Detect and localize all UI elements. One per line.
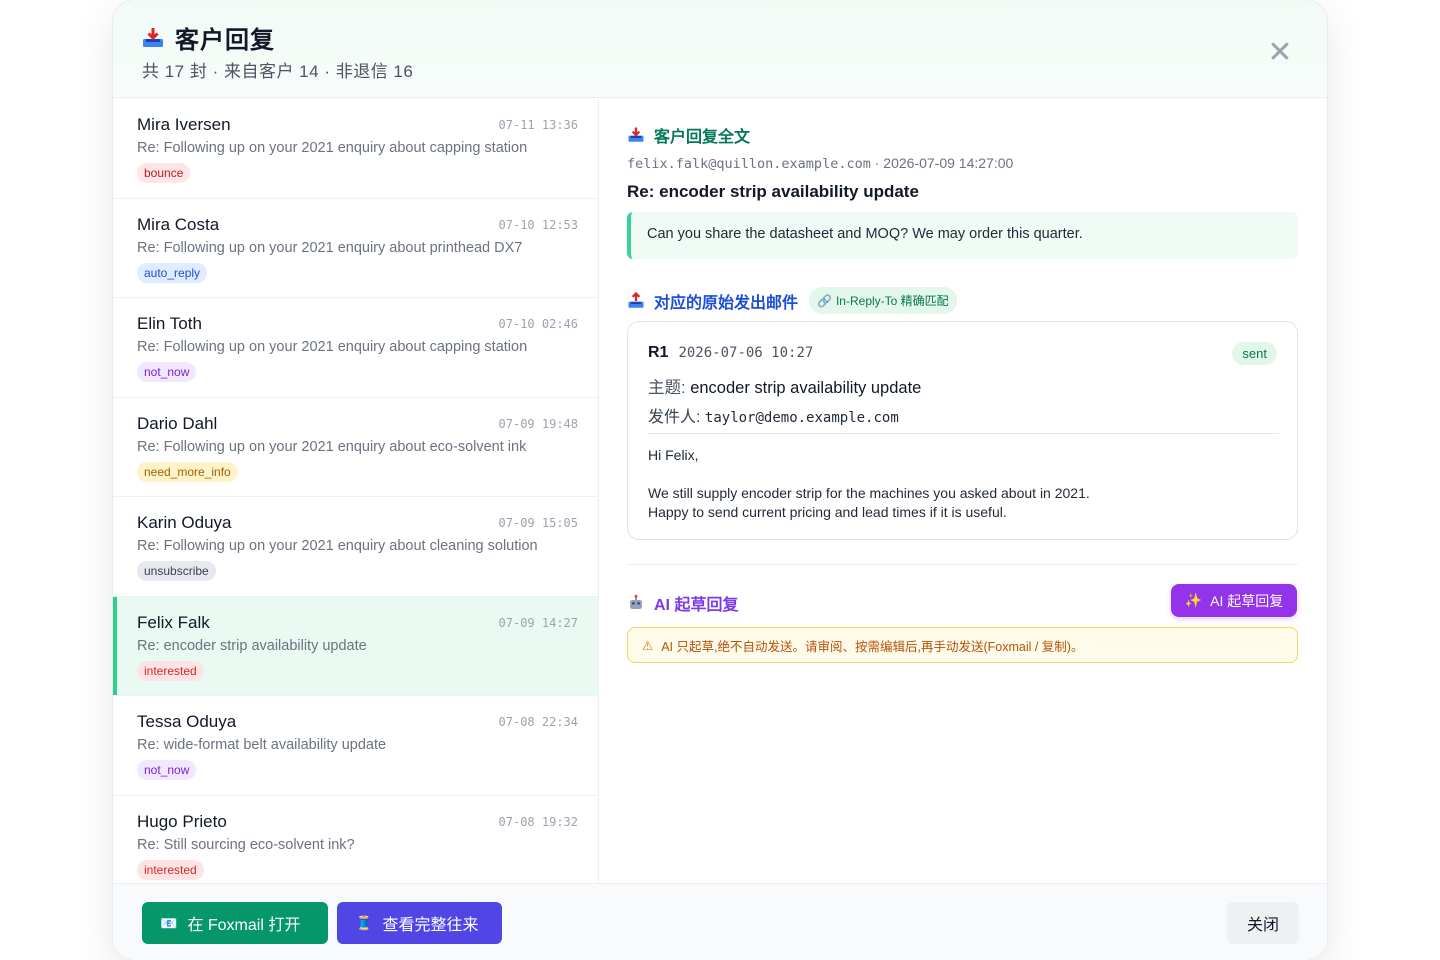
ai-section-header: AI 起草回复 xyxy=(627,591,738,615)
intent-tag: not_now xyxy=(137,362,197,382)
received-time: 07-09 19:48 xyxy=(498,416,578,431)
ai-draft-button[interactable]: ✨ AI 起草回复 xyxy=(1171,584,1297,617)
body-line: Happy to send current pricing and lead t… xyxy=(648,504,1007,520)
list-item-selected[interactable]: Felix Falk 07-09 14:27 Re: encoder strip… xyxy=(113,596,598,696)
intent-tag: bounce xyxy=(137,163,191,183)
list-item[interactable]: Dario Dahl 07-09 19:48 Re: Following up … xyxy=(113,398,598,497)
from-label: 发件人: xyxy=(648,409,701,426)
list-item[interactable]: Karin Oduya 07-09 15:05 Re: Following up… xyxy=(113,497,598,597)
section-divider xyxy=(627,564,1298,565)
ai-draft-label: AI 起草回复 xyxy=(1210,592,1284,609)
received-time: 07-09 15:05 xyxy=(498,516,578,530)
modal-title: 客户回复 xyxy=(175,27,275,54)
original-from-email: taylor@demo.example.com xyxy=(704,410,899,426)
received-time: 07-11 13:36 xyxy=(498,118,578,132)
received-time: 07-10 02:46 xyxy=(498,317,578,331)
close-button-label: 关闭 xyxy=(1246,917,1279,934)
thread-spool-icon: 🧵 xyxy=(355,914,373,931)
intent-tag: auto_reply xyxy=(137,262,208,283)
body-line: We still supply encoder strip for the ma… xyxy=(648,485,1090,501)
modal-subtitle: 共 17 封 · 来自客户 14 · 非退信 16 xyxy=(142,62,414,81)
received-time: 07-10 12:53 xyxy=(498,217,578,232)
original-subject-row: 主题: encoder strip availability update xyxy=(648,374,921,398)
original-subject: encoder strip availability update xyxy=(690,379,922,397)
received-time: 07-08 22:34 xyxy=(498,715,578,729)
greeting: Hi Felix, xyxy=(648,447,699,463)
intent-tag: unsubscribe xyxy=(137,561,216,581)
item-subject: Re: Following up on your 2021 enquiry ab… xyxy=(137,339,528,355)
original-email-card: R1 2026-07-06 10:27 sent 主题: encoder str… xyxy=(627,321,1298,540)
original-body: Hi Felix, We still supply encoder strip … xyxy=(648,446,1090,522)
close-button[interactable]: 关闭 xyxy=(1227,902,1299,944)
item-subject: Re: Following up on your 2021 enquiry ab… xyxy=(137,239,523,256)
list-item[interactable]: Mira Costa 07-10 12:53 Re: Following up … xyxy=(113,199,598,298)
thread-button-label: 查看完整往来 xyxy=(382,917,479,934)
reply-detail-panel: 客户回复全文 felix.falk@quillon.example.com · … xyxy=(599,99,1327,883)
intent-tag: not_now xyxy=(137,760,197,780)
divider xyxy=(648,433,1279,434)
sparkles-icon: ✨ xyxy=(1184,592,1203,608)
reply-section-title: 客户回复全文 xyxy=(654,129,751,146)
ai-section-title: AI 起草回复 xyxy=(654,597,739,614)
meta-separator: · xyxy=(874,155,884,171)
foxmail-button-label: 在 Foxmail 打开 xyxy=(187,917,301,934)
reply-subject: Re: encoder strip availability update xyxy=(627,182,919,201)
match-badge: 🔗 In-Reply-To 精确匹配 xyxy=(809,287,957,314)
original-section-header: 对应的原始发出邮件 🔗 In-Reply-To 精确匹配 xyxy=(627,287,957,314)
reply-section-header: 客户回复全文 xyxy=(627,123,750,147)
ai-warning-banner: ⚠ AI 只起草,绝不自动发送。请审阅、按需编辑后,再手动发送(Foxmail … xyxy=(627,627,1298,663)
warning-text: AI 只起草,绝不自动发送。请审阅、按需编辑后,再手动发送(Foxmail / … xyxy=(661,639,1084,654)
original-date: 2026-07-06 10:27 xyxy=(678,345,814,361)
customer-replies-modal: 客户回复 共 17 封 · 来自客户 14 · 非退信 16 ✕ Mira Iv… xyxy=(113,0,1327,960)
envelope-icon: 📧 xyxy=(160,914,178,931)
title-row: 客户回复 xyxy=(141,20,275,55)
original-section-title: 对应的原始发出邮件 xyxy=(654,294,799,312)
reply-from-email: felix.falk@quillon.example.com xyxy=(627,156,871,172)
reply-body: Can you share the datasheet and MOQ? We … xyxy=(627,212,1298,259)
modal-footer: 📧 在 Foxmail 打开 🧵 查看完整往来 关闭 xyxy=(113,883,1327,960)
reply-received-at: 2026-07-09 14:27:00 xyxy=(883,155,1014,171)
received-time: 07-08 19:32 xyxy=(498,814,578,829)
item-subject: Re: Following up on your 2021 enquiry ab… xyxy=(137,538,538,554)
list-item[interactable]: Elin Toth 07-10 02:46 Re: Following up o… xyxy=(113,298,598,398)
status-badge: sent xyxy=(1232,342,1277,365)
reply-list: Mira Iversen 07-11 13:36 Re: Following u… xyxy=(113,99,599,883)
intent-tag: interested xyxy=(137,660,204,681)
link-icon: 🔗 xyxy=(817,293,832,308)
close-icon[interactable]: ✕ xyxy=(1265,38,1295,68)
list-item[interactable]: Mira Iversen 07-11 13:36 Re: Following u… xyxy=(113,99,598,199)
item-subject: Re: encoder strip availability update xyxy=(137,637,367,654)
subject-label: 主题: xyxy=(648,379,686,397)
list-item[interactable]: Tessa Oduya 07-08 22:34 Re: wide-format … xyxy=(113,696,598,796)
original-from-row: 发件人: taylor@demo.example.com xyxy=(648,403,899,427)
open-in-foxmail-button[interactable]: 📧 在 Foxmail 打开 xyxy=(142,902,328,944)
reply-meta: felix.falk@quillon.example.com · 2026-07… xyxy=(627,155,1013,172)
item-subject: Re: Still sourcing eco-solvent ink? xyxy=(137,836,355,853)
item-subject: Re: Following up on your 2021 enquiry ab… xyxy=(137,438,527,455)
inbox-tray-icon xyxy=(143,27,163,47)
modal-header: 客户回复 共 17 封 · 来自客户 14 · 非退信 16 ✕ xyxy=(113,0,1327,98)
view-thread-button[interactable]: 🧵 查看完整往来 xyxy=(337,902,502,944)
item-subject: Re: wide-format belt availability update xyxy=(137,737,387,753)
robot-icon xyxy=(630,594,642,609)
inbox-tray-icon xyxy=(628,127,644,142)
original-id: R1 xyxy=(648,344,669,361)
intent-tag: interested xyxy=(137,859,204,880)
warning-icon: ⚠ xyxy=(642,638,654,653)
match-badge-label: In-Reply-To 精确匹配 xyxy=(835,294,949,308)
outbox-tray-icon xyxy=(628,291,644,308)
original-header: R1 2026-07-06 10:27 xyxy=(648,344,813,362)
intent-tag: need_more_info xyxy=(137,461,238,482)
item-subject: Re: Following up on your 2021 enquiry ab… xyxy=(137,140,528,156)
received-time: 07-09 14:27 xyxy=(498,615,578,630)
list-item[interactable]: Hugo Prieto 07-08 19:32 Re: Still sourci… xyxy=(113,796,598,884)
